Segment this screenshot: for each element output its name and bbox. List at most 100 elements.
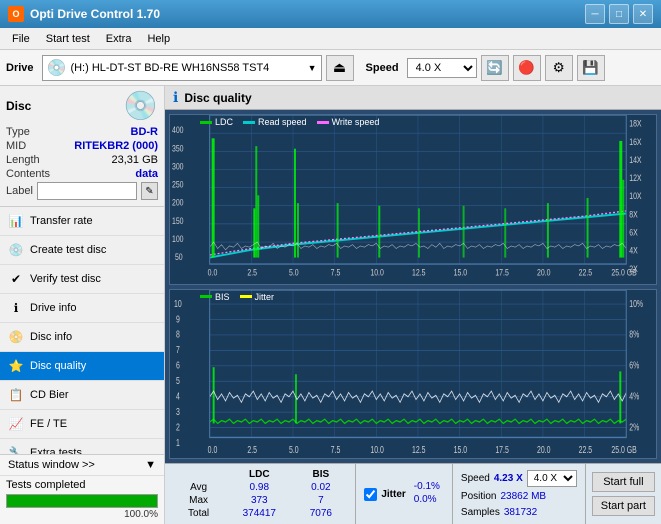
burn-button[interactable]: 🔴 — [513, 55, 541, 81]
drive-select[interactable]: 💿 (H:) HL-DT-ST BD-RE WH16NS58 TST4 ▼ — [42, 55, 322, 81]
nav-disc-quality[interactable]: ⭐ Disc quality — [0, 352, 164, 381]
type-value: BD-R — [131, 126, 159, 138]
col-bis: BIS — [294, 468, 347, 481]
maximize-button[interactable]: □ — [609, 4, 629, 24]
jitter-color — [240, 295, 252, 298]
start-part-button[interactable]: Start part — [592, 496, 655, 516]
title-bar: O Opti Drive Control 1.70 ─ □ ✕ — [0, 0, 661, 28]
menu-file[interactable]: File — [4, 31, 38, 47]
svg-text:8%: 8% — [629, 328, 639, 340]
menu-extra[interactable]: Extra — [98, 31, 140, 47]
svg-text:17.5: 17.5 — [495, 268, 509, 278]
svg-text:9: 9 — [176, 313, 180, 325]
nav-create-test-disc-label: Create test disc — [30, 244, 106, 256]
drive-dropdown-arrow: ▼ — [308, 63, 317, 73]
refresh-button[interactable]: 🔄 — [481, 55, 509, 81]
main-container: Disc 💿 Type BD-R MID RITEKBR2 (000) Leng… — [0, 86, 661, 524]
label-input[interactable] — [37, 182, 137, 200]
nav-disc-info[interactable]: 📀 Disc info — [0, 323, 164, 352]
avg-ldc: 0.98 — [224, 481, 294, 494]
svg-text:8: 8 — [176, 328, 180, 340]
position-row: Position 23862 MB — [461, 491, 577, 502]
speed-dropdown[interactable]: 4.0 X — [527, 470, 577, 487]
read-speed-color — [243, 121, 255, 124]
svg-text:7.5: 7.5 — [331, 443, 341, 455]
svg-text:10.0: 10.0 — [370, 268, 384, 278]
right-panel: ℹ Disc quality LDC Read speed — [165, 86, 661, 524]
jitter-checkbox[interactable] — [364, 488, 377, 501]
nav-create-test-disc[interactable]: 💿 Create test disc — [0, 236, 164, 265]
chart1-wrapper: LDC Read speed Write speed — [169, 114, 657, 285]
svg-text:2.5: 2.5 — [247, 443, 257, 455]
svg-text:0.0: 0.0 — [208, 268, 218, 278]
jitter-empty — [410, 506, 444, 508]
nav-fe-te[interactable]: 📈 FE / TE — [0, 410, 164, 439]
nav-extra-tests[interactable]: 🔧 Extra tests — [0, 439, 164, 454]
menu-help[interactable]: Help — [139, 31, 178, 47]
drive-select-text: (H:) HL-DT-ST BD-RE WH16NS58 TST4 — [70, 62, 303, 74]
samples-value: 381732 — [504, 507, 537, 518]
chart2-svg: 10 9 8 7 6 5 4 3 2 1 10% 8% 6% 4% 2% — [170, 290, 656, 459]
nav-disc-quality-label: Disc quality — [30, 360, 86, 372]
svg-text:7.5: 7.5 — [331, 268, 341, 278]
svg-text:12.5: 12.5 — [412, 268, 426, 278]
disc-graphic: 💿 — [123, 92, 158, 120]
title-bar-left: O Opti Drive Control 1.70 — [8, 6, 160, 22]
disc-section-title: Disc — [6, 99, 31, 113]
start-full-button[interactable]: Start full — [592, 472, 655, 492]
svg-text:15.0: 15.0 — [454, 268, 468, 278]
charts-container: LDC Read speed Write speed — [165, 110, 661, 463]
chart1-legend: LDC Read speed Write speed — [200, 117, 379, 127]
jitter-max-row: 0.0% — [410, 493, 444, 506]
speed-select[interactable]: 4.0 X — [407, 58, 477, 78]
status-window-button[interactable]: Status window >> ▼ — [0, 455, 164, 476]
legend-bis: BIS — [200, 292, 230, 302]
svg-text:50: 50 — [175, 252, 183, 262]
nav-transfer-rate[interactable]: 📊 Transfer rate — [0, 207, 164, 236]
svg-text:22.5: 22.5 — [579, 268, 593, 278]
nav-verify-test-disc[interactable]: ✔ Verify test disc — [0, 265, 164, 294]
minimize-button[interactable]: ─ — [585, 4, 605, 24]
save-button[interactable]: 💾 — [577, 55, 605, 81]
contents-label: Contents — [6, 168, 50, 180]
bis-color — [200, 295, 212, 298]
label-edit-button[interactable]: ✎ — [141, 182, 158, 200]
nav-cd-bier[interactable]: 📋 CD Bier — [0, 381, 164, 410]
mid-value: RITEKBR2 (000) — [74, 140, 158, 152]
eject-button[interactable]: ⏏ — [326, 55, 354, 81]
samples-row: Samples 381732 — [461, 507, 577, 518]
close-button[interactable]: ✕ — [633, 4, 653, 24]
svg-text:10X: 10X — [629, 191, 642, 201]
label-label: Label — [6, 185, 33, 197]
progress-bar-container — [6, 494, 158, 508]
svg-text:2: 2 — [176, 421, 180, 433]
total-bis: 7076 — [294, 507, 347, 520]
speed-static-label: Speed — [461, 473, 490, 484]
jitter-section: Jitter -0.1% 0.0% — [355, 464, 452, 524]
svg-text:5.0: 5.0 — [289, 268, 299, 278]
nav-drive-info[interactable]: ℹ Drive info — [0, 294, 164, 323]
chevron-icon: ▼ — [145, 459, 156, 471]
drive-label: Drive — [6, 62, 34, 74]
completed-text: Tests completed — [6, 479, 85, 491]
svg-text:7: 7 — [176, 343, 180, 355]
app-title: Opti Drive Control 1.70 — [30, 7, 160, 21]
status-bar: Status window >> ▼ Tests completed 100.0… — [0, 454, 164, 524]
svg-text:1: 1 — [176, 436, 180, 448]
svg-text:300: 300 — [172, 162, 184, 172]
svg-text:4: 4 — [176, 390, 180, 402]
jitter-avg-val: -0.1% — [410, 480, 444, 493]
stats-total-row: Total 374417 7076 — [173, 507, 347, 520]
max-ldc: 373 — [224, 494, 294, 507]
disc-contents-row: Contents data — [6, 168, 158, 180]
chart2-legend: BIS Jitter — [200, 292, 274, 302]
settings-button[interactable]: ⚙ — [545, 55, 573, 81]
mid-label: MID — [6, 140, 26, 152]
svg-text:25.0 GB: 25.0 GB — [611, 443, 637, 455]
write-speed-label: Write speed — [332, 117, 380, 127]
menu-start-test[interactable]: Start test — [38, 31, 98, 47]
disc-section: Disc 💿 Type BD-R MID RITEKBR2 (000) Leng… — [0, 86, 164, 207]
svg-text:6%: 6% — [629, 359, 639, 371]
type-label: Type — [6, 126, 30, 138]
svg-text:15.0: 15.0 — [454, 443, 468, 455]
